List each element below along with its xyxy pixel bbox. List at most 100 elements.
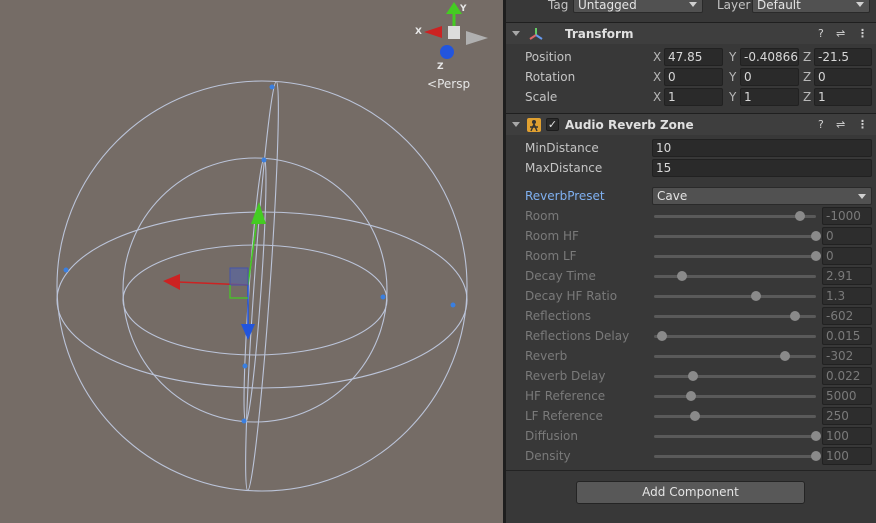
reverb-field[interactable]: -302 [822,347,872,365]
reverb-slider[interactable] [654,351,816,361]
inspector-panel: Tag Untagged Layer Default Transform ? ⇌… [506,0,876,523]
chevron-down-icon [858,194,866,199]
reverb-slider-handle[interactable] [780,351,791,361]
decay-time-field[interactable]: 2.91 [822,267,872,285]
diffusion-field[interactable]: 100 [822,427,872,445]
reverb-label: Reverb [525,349,568,363]
preset-icon[interactable]: ⇌ [836,27,845,40]
diffusion-slider[interactable] [654,431,821,441]
foldout-arrow-icon[interactable] [512,122,520,127]
hf-reference-slider[interactable] [654,391,816,401]
max-distance-field[interactable]: 15 [652,159,872,177]
reverb-preset-value: Cave [657,189,688,203]
projection-label: Persp [437,77,471,91]
reverb-zone-title: Audio Reverb Zone [565,118,694,132]
projection-toggle[interactable]: <Persp [427,77,470,91]
reflections-slider[interactable] [654,311,816,321]
room-hf-field[interactable]: 0 [822,227,872,245]
transform-header[interactable]: Transform ? ⇌ ⋮ [506,22,876,44]
min-distance-field[interactable]: 10 [652,139,872,157]
room-lf-field[interactable]: 0 [822,247,872,265]
hf-reference-field[interactable]: 5000 [822,387,872,405]
room-slider[interactable] [654,211,816,221]
room-slider-handle[interactable] [794,211,805,221]
reverb-delay-field[interactable]: 0.022 [822,367,872,385]
foldout-arrow-icon[interactable] [512,31,520,36]
density-field[interactable]: 100 [822,447,872,465]
position-label: Position [525,50,572,64]
scene-view[interactable]: X Y Z <Persp [0,0,503,523]
diffusion-slider-handle[interactable] [811,431,821,441]
reverb-zone-header[interactable]: ✓ Audio Reverb Zone ? ⇌ ⋮ [506,113,876,135]
rotation-z-field[interactable]: 0 [814,68,872,86]
density-slider-handle[interactable] [811,451,821,461]
position-x-field[interactable]: 47.85 [664,48,723,66]
scale-y-label: Y [729,90,737,104]
room-lf-slider[interactable] [654,251,821,261]
context-menu-icon[interactable]: ⋮ [857,118,868,131]
room-lf-label: Room LF [525,249,577,263]
density-label: Density [525,449,571,463]
rotation-x-label: X [653,70,662,84]
tag-dropdown[interactable]: Untagged [573,0,703,13]
scale-z-label: Z [803,90,812,104]
transform-icon [529,28,543,40]
position-y-label: Y [729,50,737,64]
reflections-delay-slider-handle[interactable] [657,331,668,341]
transform-title: Transform [565,27,634,41]
position-z-label: Z [803,50,812,64]
help-icon[interactable]: ? [818,27,824,40]
enabled-checkbox[interactable]: ✓ [546,118,559,131]
decay-hf-ratio-slider-handle[interactable] [751,291,762,301]
add-component-button[interactable]: Add Component [576,481,805,504]
layer-value: Default [757,0,801,12]
orientation-gizmo[interactable] [410,0,490,70]
decay-time-slider[interactable] [654,271,816,281]
context-menu-icon[interactable]: ⋮ [857,27,868,40]
decay-time-slider-handle[interactable] [676,271,687,281]
position-x-label: X [653,50,662,64]
reverb-delay-slider[interactable] [654,371,816,381]
min-distance-label: MinDistance [525,141,599,155]
room-label: Room [525,209,560,223]
z-axis-label: Z [437,62,444,72]
hf-reference-slider-handle[interactable] [686,391,697,401]
position-y-field[interactable]: -0.40866 [740,48,799,66]
preset-icon[interactable]: ⇌ [836,118,845,131]
tag-value: Untagged [578,0,637,12]
tag-label: Tag [548,0,569,12]
room-lf-slider-handle[interactable] [811,251,821,261]
rotation-y-label: Y [729,70,737,84]
reverb-zone-icon [527,118,541,132]
reflections-delay-slider[interactable] [654,331,816,341]
scale-x-field[interactable]: 1 [664,88,723,106]
reflections-field[interactable]: -602 [822,307,872,325]
layer-dropdown[interactable]: Default [752,0,870,13]
decay-hf-ratio-slider[interactable] [654,291,816,301]
room-hf-slider-handle[interactable] [811,231,821,241]
diffusion-label: Diffusion [525,429,578,443]
lf-reference-field[interactable]: 250 [822,407,872,425]
reverb-delay-slider-handle[interactable] [687,371,698,381]
layer-label: Layer [717,0,751,12]
reverb-preset-label: ReverbPreset [525,189,605,203]
room-hf-slider[interactable] [654,231,821,241]
x-axis-label: X [415,27,422,37]
density-slider[interactable] [654,451,821,461]
separator [506,470,876,471]
y-axis-label: Y [460,4,467,14]
scale-z-field[interactable]: 1 [814,88,872,106]
rotation-y-field[interactable]: 0 [740,68,799,86]
decay-hf-ratio-field[interactable]: 1.3 [822,287,872,305]
room-field[interactable]: -1000 [822,207,872,225]
rotation-x-field[interactable]: 0 [664,68,723,86]
lf-reference-slider[interactable] [654,411,816,421]
reflections-slider-handle[interactable] [789,311,800,321]
reverb-preset-dropdown[interactable]: Cave [652,187,872,205]
lf-reference-slider-handle[interactable] [689,411,700,421]
scale-y-field[interactable]: 1 [740,88,799,106]
reverb-delay-label: Reverb Delay [525,369,606,383]
position-z-field[interactable]: -21.5 [814,48,872,66]
help-icon[interactable]: ? [818,118,824,131]
reflections-delay-field[interactable]: 0.015 [822,327,872,345]
